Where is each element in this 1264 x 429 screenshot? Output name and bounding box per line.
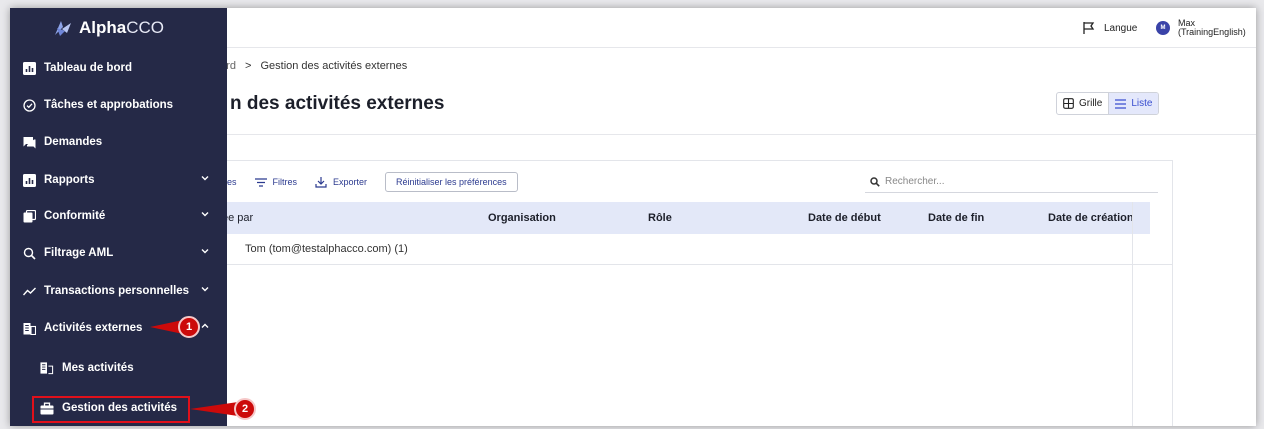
callout-arrows [150,320,238,416]
callout-badge-2: 2 [234,398,256,420]
callout-badge-1: 1 [178,316,200,338]
callout-arrow-2 [190,402,238,416]
app-window: Langue M Max (TrainingEnglish) bord > Ge… [10,8,1256,426]
